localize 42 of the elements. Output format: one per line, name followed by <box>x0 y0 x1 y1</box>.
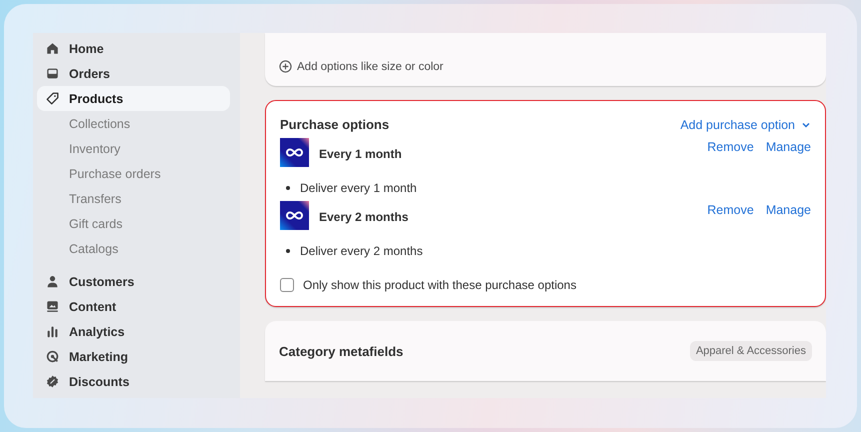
add-options-link[interactable]: Add options like size or color <box>297 60 444 72</box>
nav-item[interactable]: Content <box>37 294 230 319</box>
infinity-logo-icon <box>280 138 309 167</box>
home-icon <box>46 42 59 55</box>
image-icon <box>46 300 59 313</box>
manage-link[interactable]: Manage <box>766 140 811 154</box>
target-icon <box>46 350 59 363</box>
bullet-icon <box>286 249 290 253</box>
manage-link[interactable]: Manage <box>766 203 811 217</box>
nav-subitem[interactable]: Transfers <box>37 186 230 211</box>
category-badge: Apparel & Accessories <box>690 341 812 361</box>
nav-item[interactable]: Discounts <box>37 369 230 394</box>
plus-circle-icon <box>279 60 292 73</box>
nav-subitem[interactable]: Collections <box>37 111 230 136</box>
nav-item[interactable]: Home <box>37 36 230 61</box>
nav-subitem[interactable]: Gift cards <box>37 211 230 236</box>
inbox-icon <box>46 67 59 80</box>
nav-item[interactable]: Orders <box>37 61 230 86</box>
option-name: Every 1 month <box>319 147 403 161</box>
tag-icon <box>46 92 59 105</box>
option-detail: Deliver every 1 month <box>300 181 417 195</box>
discount-icon <box>46 375 59 388</box>
add-purchase-option-button[interactable]: Add purchase option <box>680 118 811 132</box>
nav-item[interactable]: Analytics <box>37 319 230 344</box>
nav-subitem[interactable]: Inventory <box>37 136 230 161</box>
infinity-logo-icon <box>280 201 309 230</box>
person-icon <box>46 275 59 288</box>
checkbox[interactable] <box>280 278 294 292</box>
nav-item[interactable]: Marketing <box>37 344 230 369</box>
option-name: Every 2 months <box>319 210 410 224</box>
bullet-icon <box>286 186 290 190</box>
checkbox-label: Only show this product with these purchase options <box>303 278 576 292</box>
remove-link[interactable]: Remove <box>707 140 754 154</box>
nav-subitem[interactable]: Purchase orders <box>37 161 230 186</box>
card-title: Purchase options <box>280 117 390 132</box>
remove-link[interactable]: Remove <box>707 203 754 217</box>
bar-chart-icon <box>46 325 59 338</box>
nav-item[interactable]: Customers <box>37 269 230 294</box>
nav-subitem[interactable]: Catalogs <box>37 236 230 261</box>
nav-item[interactable]: Products <box>37 86 230 111</box>
option-detail: Deliver every 2 months <box>300 244 423 258</box>
card-title: Category metafields <box>279 344 404 358</box>
